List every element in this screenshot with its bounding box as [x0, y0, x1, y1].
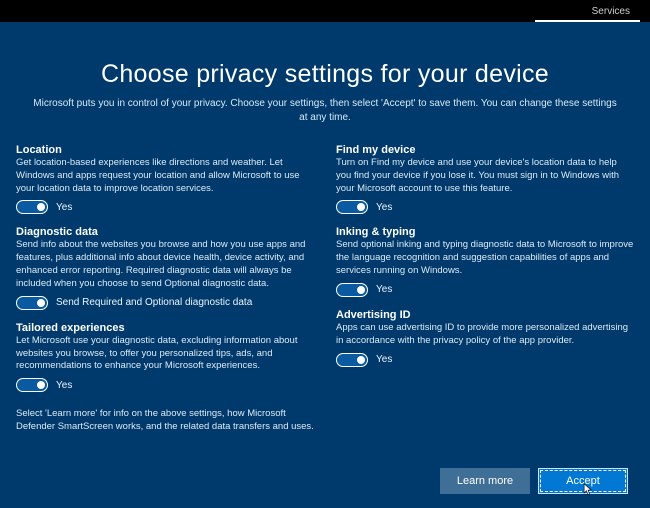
content-area: Choose privacy settings for your device …: [0, 22, 650, 454]
toggle-knob: [37, 381, 45, 389]
toggle-row: Yes: [16, 378, 314, 392]
toggle-knob: [37, 299, 45, 307]
right-column: Find my device Turn on Find my device an…: [336, 144, 634, 434]
setting-title: Location: [16, 144, 314, 156]
setting-find-my-device: Find my device Turn on Find my device an…: [336, 144, 634, 214]
setting-desc: Turn on Find my device and use your devi…: [336, 157, 634, 195]
top-bar: Services: [0, 0, 650, 22]
toggle-row: Send Required and Optional diagnostic da…: [16, 296, 314, 310]
settings-columns: Location Get location-based experiences …: [16, 144, 634, 434]
location-toggle[interactable]: [16, 200, 48, 214]
setting-diagnostic-data: Diagnostic data Send info about the webs…: [16, 226, 314, 309]
toggle-row: Yes: [336, 353, 634, 367]
setting-title: Find my device: [336, 144, 634, 156]
learn-more-button[interactable]: Learn more: [440, 468, 530, 494]
setting-desc: Get location-based experiences like dire…: [16, 157, 314, 195]
accept-button[interactable]: Accept: [538, 468, 628, 494]
accept-button-label: Accept: [566, 475, 600, 487]
setting-title: Diagnostic data: [16, 226, 314, 238]
toggle-label: Yes: [376, 284, 392, 295]
toggle-label: Yes: [376, 202, 392, 213]
setting-desc: Send optional inking and typing diagnost…: [336, 239, 634, 277]
toggle-row: Yes: [336, 200, 634, 214]
toggle-row: Yes: [336, 283, 634, 297]
toggle-knob: [357, 203, 365, 211]
setting-desc: Apps can use advertising ID to provide m…: [336, 322, 634, 348]
toggle-knob: [357, 286, 365, 294]
page-title: Choose privacy settings for your device: [16, 60, 634, 89]
setting-desc: Let Microsoft use your diagnostic data, …: [16, 335, 314, 373]
inking-toggle[interactable]: [336, 283, 368, 297]
setting-desc: Send info about the websites you browse …: [16, 239, 314, 290]
setting-title: Inking & typing: [336, 226, 634, 238]
find-device-toggle[interactable]: [336, 200, 368, 214]
toggle-label: Send Required and Optional diagnostic da…: [56, 297, 252, 308]
tailored-toggle[interactable]: [16, 378, 48, 392]
setting-location: Location Get location-based experiences …: [16, 144, 314, 214]
diagnostic-toggle[interactable]: [16, 296, 48, 310]
toggle-row: Yes: [16, 200, 314, 214]
setting-title: Advertising ID: [336, 309, 634, 321]
advertising-toggle[interactable]: [336, 353, 368, 367]
setting-tailored-experiences: Tailored experiences Let Microsoft use y…: [16, 322, 314, 392]
tab-services[interactable]: Services: [592, 6, 630, 17]
setting-title: Tailored experiences: [16, 322, 314, 334]
page-subtitle: Microsoft puts you in control of your pr…: [30, 97, 620, 124]
tab-underline: [535, 20, 640, 22]
footer-bar: Learn more Accept: [0, 454, 650, 508]
toggle-label: Yes: [376, 354, 392, 365]
toggle-knob: [357, 356, 365, 364]
left-column: Location Get location-based experiences …: [16, 144, 314, 434]
setting-advertising-id: Advertising ID Apps can use advertising …: [336, 309, 634, 367]
toggle-knob: [37, 203, 45, 211]
toggle-label: Yes: [56, 202, 72, 213]
setting-inking-typing: Inking & typing Send optional inking and…: [336, 226, 634, 296]
toggle-label: Yes: [56, 380, 72, 391]
footnote-text: Select 'Learn more' for info on the abov…: [16, 408, 314, 434]
